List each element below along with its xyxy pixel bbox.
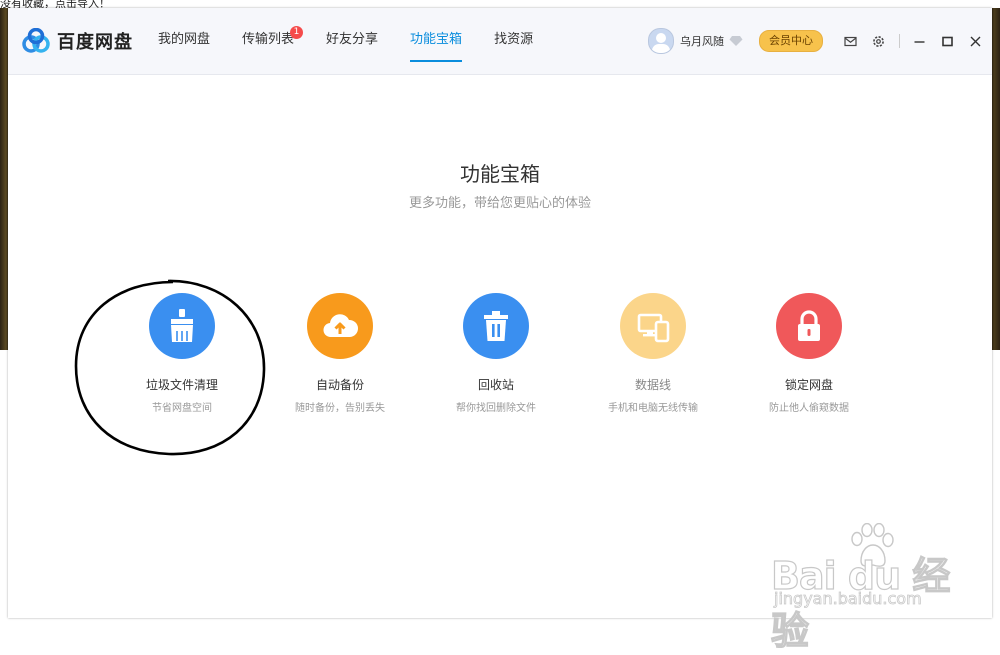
- browser-bookmark-bar: 没有收藏，点击导入！: [0, 0, 1000, 8]
- trash-icon: [484, 311, 508, 341]
- baidu-cloud-logo-icon: [22, 28, 50, 53]
- tab-my-disk[interactable]: 我的网盘: [158, 8, 210, 74]
- username[interactable]: 乌月风随: [680, 33, 724, 49]
- page-subtitle: 更多功能，带给您更贴心的体验: [408, 196, 591, 211]
- title-bar: 百度网盘 我的网盘 传输列表 1 好友分享 功能宝箱 找资源 乌月风随 会员中心: [8, 8, 992, 75]
- close-icon: [970, 36, 980, 46]
- tool-name: 垃圾文件清理: [145, 378, 218, 392]
- tool-description: 防止他人偷窥数据: [769, 403, 849, 414]
- tool-description: 节省网盘空间: [152, 403, 212, 414]
- tool-data-cable[interactable]: 数据线 手机和电脑无线传输: [583, 293, 723, 414]
- tool-junk-cleaner-badge: [149, 293, 215, 359]
- cloud-upload-icon: [323, 314, 359, 338]
- maximize-icon: [941, 36, 953, 46]
- tool-description: 随时备份，告别丢失: [295, 403, 385, 414]
- tool-name: 锁定网盘: [784, 378, 833, 392]
- tool-recycle-bin-badge: [463, 293, 529, 359]
- watermark-brand: Bai du 经验: [770, 553, 951, 653]
- tool-description: 手机和电脑无线传输: [608, 403, 698, 414]
- transfer-count-badge: 1: [290, 26, 304, 39]
- mail-icon: [843, 36, 857, 46]
- tool-recycle-bin[interactable]: 回收站 帮你找回删除文件: [426, 293, 566, 414]
- maximize-button[interactable]: [940, 34, 954, 48]
- mail-button[interactable]: [843, 34, 857, 48]
- close-button[interactable]: [968, 34, 982, 48]
- tool-lock-disk[interactable]: 锁定网盘 防止他人偷窥数据: [739, 293, 879, 414]
- tool-junk-cleaner[interactable]: 垃圾文件清理 节省网盘空间: [112, 293, 252, 414]
- tab-friend-share[interactable]: 好友分享: [326, 8, 378, 74]
- lock-icon: [798, 310, 820, 341]
- vip-diamond-icon[interactable]: [729, 35, 743, 47]
- tool-data-cable-badge: [620, 293, 686, 359]
- tab-transfer-list[interactable]: 传输列表 1: [242, 8, 304, 74]
- minimize-button[interactable]: [912, 34, 926, 48]
- tool-description: 帮你找回删除文件: [456, 403, 536, 414]
- broom-icon: [171, 309, 193, 342]
- tool-auto-backup-badge: [307, 293, 373, 359]
- tool-name: 回收站: [477, 378, 514, 392]
- tab-find-resources[interactable]: 找资源: [494, 8, 533, 74]
- title-bar-tools: 乌月风随 会员中心: [648, 8, 992, 74]
- minimize-icon: [914, 40, 924, 43]
- vip-center-button[interactable]: 会员中心: [759, 30, 823, 52]
- app-logo[interactable]: 百度网盘: [21, 26, 133, 56]
- user-avatar[interactable]: [648, 28, 674, 54]
- app-window: 百度网盘 我的网盘 传输列表1 好友分享 功能宝箱 找资源 乌月风随 会员中心: [8, 8, 992, 654]
- toolbar-separator: [899, 34, 900, 48]
- tool-name: 自动备份: [315, 378, 364, 392]
- settings-button[interactable]: [871, 34, 885, 48]
- watermark-url: jingyan.baidu.com: [774, 589, 922, 609]
- tab-toolbox[interactable]: 功能宝箱: [410, 8, 463, 74]
- paw-print-icon: [851, 523, 894, 567]
- tool-lock-disk-badge: [776, 293, 842, 359]
- tool-auto-backup[interactable]: 自动备份 随时备份，告别丢失: [270, 293, 410, 414]
- tool-name: 数据线: [634, 378, 671, 392]
- baidu-jingyan-watermark: Bai du 经验 jingyan.baidu.com: [770, 523, 961, 654]
- bookmark-hint-text: 没有收藏，点击导入！: [0, 0, 110, 8]
- page-title: 功能宝箱: [460, 162, 540, 186]
- main-nav: 我的网盘 传输列表 1 好友分享 功能宝箱 找资源: [158, 8, 565, 74]
- gear-icon: [872, 35, 884, 47]
- app-name: 百度网盘: [57, 32, 133, 53]
- devices-icon: [637, 313, 670, 343]
